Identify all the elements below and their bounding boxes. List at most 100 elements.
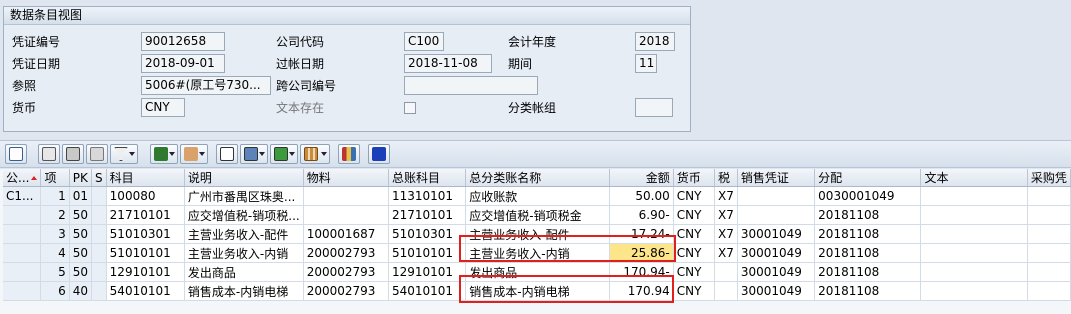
print-button[interactable]	[38, 144, 60, 164]
column-header[interactable]: 公...	[3, 169, 42, 187]
cell-s[interactable]	[91, 281, 107, 301]
abc-analysis-button[interactable]	[338, 144, 360, 164]
cell-s[interactable]	[91, 262, 107, 282]
print-preview-button[interactable]	[216, 144, 238, 164]
cell-assign[interactable]: 20181108	[814, 224, 922, 244]
cell-curr[interactable]: CNY	[673, 262, 716, 282]
cell-assign[interactable]: 20181108	[814, 262, 922, 282]
column-header[interactable]: 总账科目	[388, 169, 467, 187]
cell-gl[interactable]: 21710101	[388, 205, 467, 225]
cell-tax[interactable]: X7	[714, 243, 738, 263]
cross-company-field[interactable]	[404, 76, 538, 95]
column-header[interactable]: 物料	[303, 169, 389, 187]
cell-pk[interactable]: 50	[69, 224, 93, 244]
cell-text[interactable]	[920, 281, 1028, 301]
sum-button[interactable]	[150, 144, 178, 164]
cell-material[interactable]	[303, 205, 389, 225]
cell-material[interactable]: 100001687	[303, 224, 389, 244]
filter-button[interactable]	[62, 144, 84, 164]
cell-desc[interactable]: 主营业务收入-内销	[184, 243, 304, 263]
cell-amount[interactable]: 170.94-	[609, 262, 674, 282]
cell-material[interactable]	[303, 186, 389, 206]
table-row[interactable]: C1... 1 01 100080 广州市番禺区珠奥... 11310101 应收账款 50.…	[3, 186, 1071, 206]
column-header[interactable]: 销售凭证	[737, 169, 816, 187]
cell-desc[interactable]: 应交增值税-销项税...	[184, 205, 304, 225]
column-header[interactable]: 采购凭	[1027, 169, 1071, 187]
cell-gl_name[interactable]: 销售成本-内销电梯	[465, 281, 611, 301]
cell-assign[interactable]: 20181108	[814, 281, 922, 301]
cell-pk[interactable]: 01	[69, 186, 93, 206]
cell-s[interactable]	[91, 224, 107, 244]
cell-co[interactable]	[3, 224, 42, 244]
cell-tax[interactable]: X7	[714, 186, 738, 206]
doc-no-field[interactable]: 90012658	[141, 32, 225, 51]
doc-date-field[interactable]: 2018-09-01	[141, 54, 225, 73]
cell-pk[interactable]: 50	[69, 205, 93, 225]
cell-desc[interactable]: 发出商品	[184, 262, 304, 282]
column-header[interactable]: 金额	[609, 169, 674, 187]
cell-gl_name[interactable]: 应收账款	[465, 186, 611, 206]
cell-amount[interactable]: 170.94	[609, 281, 674, 301]
cell-material[interactable]: 200002793	[303, 281, 389, 301]
cell-text[interactable]	[920, 262, 1028, 282]
cell-acct[interactable]: 12910101	[106, 262, 185, 282]
cell-gl[interactable]: 51010301	[388, 224, 467, 244]
cell-gl_name[interactable]: 主营业务收入-配件	[465, 224, 611, 244]
cell-amount[interactable]: 17.24-	[609, 224, 674, 244]
cell-s[interactable]	[91, 243, 107, 263]
cell-acct[interactable]: 51010101	[106, 243, 185, 263]
company-field[interactable]: C100	[404, 32, 444, 51]
cell-desc[interactable]: 销售成本-内销电梯	[184, 281, 304, 301]
period-field[interactable]: 11	[635, 54, 657, 73]
column-header[interactable]: 科目	[106, 169, 185, 187]
cell-acct[interactable]: 51010301	[106, 224, 185, 244]
layout-button[interactable]	[270, 144, 298, 164]
text-exists-checkbox[interactable]	[404, 102, 416, 114]
cell-text[interactable]	[920, 243, 1028, 263]
column-header[interactable]: 文本	[920, 169, 1028, 187]
cell-text[interactable]	[920, 186, 1028, 206]
cell-gl_name[interactable]: 主营业务收入-内销	[465, 243, 611, 263]
cell-item[interactable]: 2	[40, 205, 70, 225]
table-row[interactable]: 6 40 54010101 销售成本-内销电梯 200002793 54010101 销售成…	[3, 281, 1071, 301]
column-header[interactable]: 货币	[673, 169, 716, 187]
cell-sales_doc[interactable]	[737, 205, 816, 225]
cell-sales_doc[interactable]: 30001049	[737, 281, 816, 301]
cell-acct[interactable]: 100080	[106, 186, 185, 206]
cell-item[interactable]: 3	[40, 224, 70, 244]
info-button[interactable]	[368, 144, 390, 164]
cell-desc[interactable]: 广州市番禺区珠奥...	[184, 186, 304, 206]
cell-assign[interactable]: 0030001049	[814, 186, 922, 206]
cell-text[interactable]	[920, 224, 1028, 244]
cell-item[interactable]: 1	[40, 186, 70, 206]
subtotal-button[interactable]	[180, 144, 208, 164]
cell-tax[interactable]: X7	[714, 224, 738, 244]
cell-tax[interactable]	[714, 281, 738, 301]
reference-field[interactable]: 5006#(原工号730...	[141, 76, 271, 95]
cell-gl_name[interactable]: 应交增值税-销项税金	[465, 205, 611, 225]
cell-co[interactable]	[3, 281, 42, 301]
table-row[interactable]: 4 50 51010101 主营业务收入-内销 200002793 51010101 主营业…	[3, 243, 1071, 263]
cell-gl_name[interactable]: 发出商品	[465, 262, 611, 282]
cell-co[interactable]	[3, 205, 42, 225]
table-row[interactable]: 5 50 12910101 发出商品 200002793 12910101 发出商品 170.…	[3, 262, 1071, 282]
table-row[interactable]: 2 50 21710101 应交增值税-销项税... 21710101 应交增值税-销项税…	[3, 205, 1071, 225]
cell-curr[interactable]: CNY	[673, 224, 716, 244]
cell-acct[interactable]: 54010101	[106, 281, 185, 301]
cell-po[interactable]	[1027, 262, 1071, 282]
cell-material[interactable]: 200002793	[303, 243, 389, 263]
details-button[interactable]	[5, 144, 27, 164]
cell-curr[interactable]: CNY	[673, 243, 716, 263]
cell-text[interactable]	[920, 205, 1028, 225]
table-row[interactable]: 3 50 51010301 主营业务收入-配件 100001687 51010301 主营业…	[3, 224, 1071, 244]
cell-po[interactable]	[1027, 243, 1071, 263]
cell-amount[interactable]: 25.86-	[609, 243, 674, 263]
cell-item[interactable]: 6	[40, 281, 70, 301]
cell-item[interactable]: 4	[40, 243, 70, 263]
posting-date-field[interactable]: 2018-11-08	[404, 54, 492, 73]
cell-pk[interactable]: 40	[69, 281, 93, 301]
cell-po[interactable]	[1027, 205, 1071, 225]
cell-sales_doc[interactable]: 30001049	[737, 224, 816, 244]
grid-layout-button[interactable]	[300, 144, 330, 164]
cell-co[interactable]: C1...	[3, 186, 42, 206]
